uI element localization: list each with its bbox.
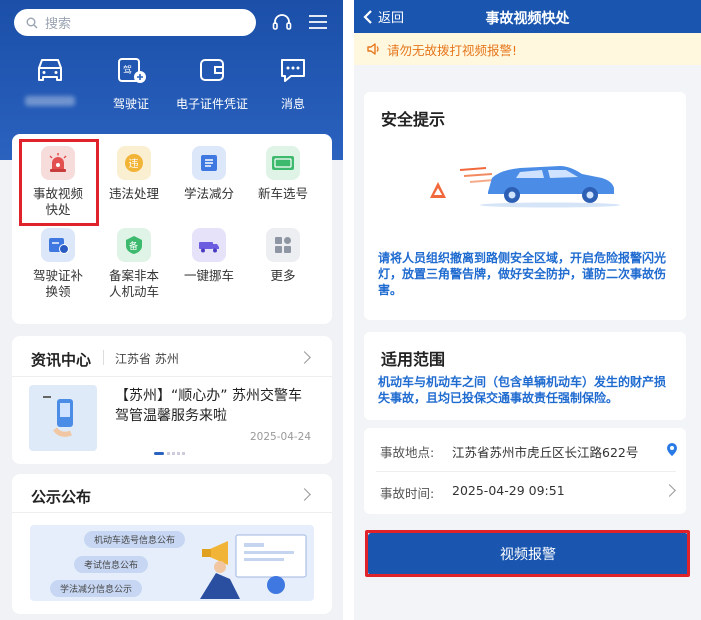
location-value[interactable]: 江苏省苏州市虎丘区长江路622号 <box>452 442 638 461</box>
incident-info-card: 事故地点: 江苏省苏州市虎丘区长江路622号 事故时间: 2025-04-29 … <box>364 428 686 514</box>
service-license-renew[interactable]: 驾驶证补 换领 <box>19 228 97 300</box>
service-vehicle-record[interactable]: 备 备案非本 人机动车 <box>95 228 173 300</box>
scope-card: 适用范围 机动车与机动车之间（包含单辆机动车）发生的财产损失事故，且均已投保交通… <box>364 332 686 420</box>
screenshot-root: 搜索 驾 驾驶证 电子证件凭证 消息 事故视频 快处 违 违法处理 学法减分 新… <box>0 0 701 620</box>
quick-action-label: 消息 <box>280 97 305 111</box>
blurred-plate <box>25 96 75 106</box>
news-date: 2025-04-24 <box>250 431 312 443</box>
news-headline[interactable]: 【苏州】“顺心办” 苏州交警车驾管温馨服务来啦 <box>115 386 311 426</box>
tow-truck-icon <box>192 228 226 262</box>
svg-text:违: 违 <box>129 158 139 170</box>
svg-text:备: 备 <box>129 240 138 252</box>
service-label: 驾驶证补 换领 <box>32 268 83 299</box>
tag-study-deduct[interactable]: 学法减分信息公示 <box>50 580 143 597</box>
tag-plate-selection[interactable]: 机动车选号信息公布 <box>84 531 186 548</box>
svg-text:驾: 驾 <box>123 65 132 76</box>
announcement-title: 公示公布 <box>31 488 92 506</box>
record-icon: 备 <box>117 228 151 262</box>
quick-action-wallet[interactable]: 电子证件凭证 <box>172 56 252 112</box>
speaker-icon <box>367 43 379 55</box>
plate-icon <box>266 146 300 180</box>
divider <box>103 350 104 365</box>
service-violation[interactable]: 违 违法处理 <box>95 146 173 202</box>
news-title: 资讯中心 <box>31 351 92 369</box>
divider <box>12 512 332 513</box>
location-pin-icon[interactable] <box>666 442 678 457</box>
quick-action-car[interactable] <box>10 56 90 109</box>
car-warning-illustration-icon <box>430 166 620 208</box>
divider <box>12 376 332 377</box>
service-label: 备案非本 人机动车 <box>108 268 159 299</box>
divider <box>376 471 676 472</box>
safety-text: 请将人员组织撤离到路侧安全区域，开启危险报警闪光灯，放置三角警告牌，做好安全防护… <box>378 251 667 297</box>
quick-action-label: 驾驶证 <box>112 97 149 111</box>
book-icon <box>192 146 226 180</box>
tag-exam-info[interactable]: 考试信息公布 <box>74 556 149 573</box>
megaphone-illustration-icon <box>200 534 307 599</box>
wallet-icon <box>200 59 224 81</box>
search-input[interactable]: 搜索 <box>14 9 256 36</box>
service-label: 一键挪车 <box>183 268 234 283</box>
service-label: 学法减分 <box>183 186 234 201</box>
service-study-deduct[interactable]: 学法减分 <box>170 146 248 202</box>
accident-video-screen: 返回 事故视频快处 请勿无故拨打视频报警! 安全提示 请将人员组织撤离到路侧安全… <box>354 0 701 620</box>
highlight-box <box>365 530 690 577</box>
id-card-icon <box>41 228 75 262</box>
service-more[interactable]: 更多 <box>244 228 322 284</box>
headset-icon[interactable] <box>270 10 294 34</box>
quick-action-license[interactable]: 驾 驾驶证 <box>91 56 171 112</box>
quick-action-message[interactable]: 消息 <box>253 56 333 112</box>
news-region[interactable]: 江苏省 苏州 <box>115 350 179 367</box>
service-label: 新车选号 <box>257 186 308 201</box>
service-label: 违法处理 <box>108 186 159 201</box>
search-placeholder: 搜索 <box>45 17 72 32</box>
license-icon: 驾 <box>118 58 146 83</box>
nav-bar: 返回 事故视频快处 <box>354 0 701 33</box>
menu-icon[interactable] <box>306 10 330 34</box>
home-screen: 搜索 驾 驾驶证 电子证件凭证 消息 事故视频 快处 违 违法处理 学法减分 新… <box>0 0 343 620</box>
chevron-right-icon[interactable] <box>663 484 676 497</box>
more-grid-icon <box>266 228 300 262</box>
safety-card: 安全提示 请将人员组织撤离到路侧安全区域，开启危险报警闪光灯，放置三角警告牌，做… <box>364 92 686 320</box>
message-icon <box>281 59 305 82</box>
time-label: 事故时间: <box>380 486 435 501</box>
notice-text: 请勿无故拨打视频报警! <box>387 42 518 58</box>
car-icon <box>38 59 62 81</box>
news-thumbnail[interactable] <box>29 385 97 451</box>
highlight-box <box>19 139 99 226</box>
warning-notice: 请勿无故拨打视频报警! <box>354 33 701 65</box>
service-label: 更多 <box>270 268 296 283</box>
service-plate-select[interactable]: 新车选号 <box>244 146 322 202</box>
page-title: 事故视频快处 <box>485 11 570 27</box>
announcement-banner[interactable]: 机动车选号信息公布 考试信息公布 学法减分信息公示 <box>30 525 314 601</box>
service-move-car[interactable]: 一键挪车 <box>170 228 248 284</box>
carousel-dots <box>167 452 187 455</box>
carousel-dot-active <box>154 452 164 455</box>
safety-title: 安全提示 <box>381 110 446 129</box>
search-icon <box>26 17 38 28</box>
quick-action-label: 电子证件凭证 <box>175 97 248 111</box>
location-label: 事故地点: <box>380 445 435 460</box>
violation-icon: 违 <box>117 146 151 180</box>
phone-illustration-icon <box>43 396 73 437</box>
scope-text: 机动车与机动车之间（包含单辆机动车）发生的财产损失事故，且均已投保交通事故责任强… <box>378 375 667 405</box>
time-value[interactable]: 2025-04-29 09:51 <box>452 483 565 498</box>
scope-title: 适用范围 <box>381 350 446 369</box>
